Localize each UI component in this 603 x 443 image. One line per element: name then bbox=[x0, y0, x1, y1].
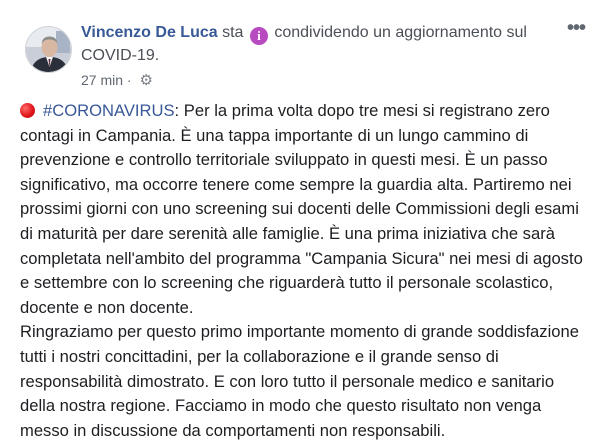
avatar-image bbox=[26, 27, 71, 72]
post-timestamp[interactable]: 27 min bbox=[81, 72, 123, 88]
post-meta: 27 min · ⚙ bbox=[81, 71, 153, 90]
facebook-post: Vincenzo De Luca sta i condividendo un a… bbox=[0, 0, 603, 441]
hashtag-link[interactable]: #CORONAVIRUS bbox=[43, 101, 175, 120]
post-body: #CORONAVIRUS: Per la prima volta dopo tr… bbox=[20, 99, 592, 443]
author-name[interactable]: Vincenzo De Luca bbox=[81, 24, 218, 41]
gear-icon[interactable]: ⚙ bbox=[139, 72, 152, 90]
post-header: Vincenzo De Luca sta i condividendo un a… bbox=[81, 22, 551, 67]
red-circle-icon bbox=[20, 103, 35, 118]
more-options-button[interactable]: ••• bbox=[563, 18, 589, 38]
author-avatar[interactable] bbox=[25, 26, 72, 73]
info-icon: i bbox=[249, 27, 268, 45]
meta-separator: · bbox=[126, 72, 132, 88]
post-body-text: : Per la prima volta dopo tre mesi si re… bbox=[20, 101, 583, 440]
action-prefix: sta bbox=[222, 24, 244, 41]
